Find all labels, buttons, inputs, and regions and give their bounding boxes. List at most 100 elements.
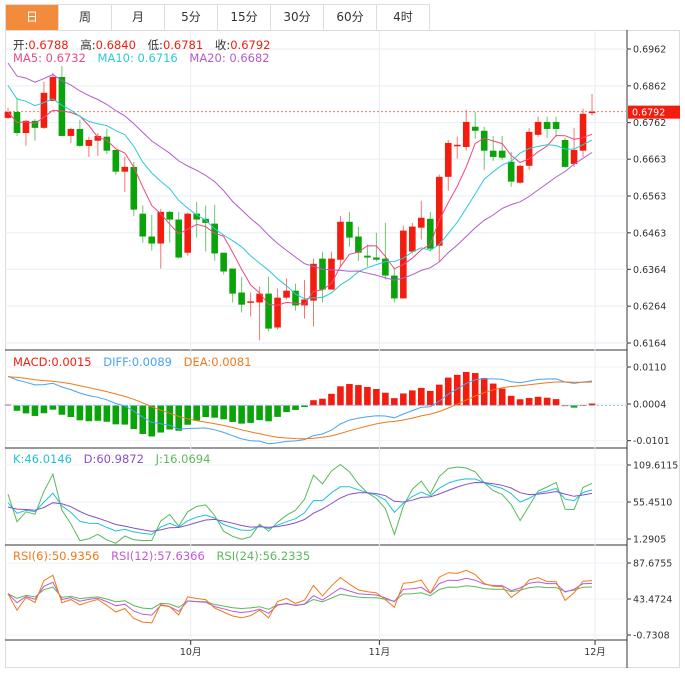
macd-bar	[22, 405, 30, 414]
period-tabs: 日周月 5分 15分 30分 60分 4时	[5, 4, 430, 31]
macd-bar	[94, 405, 102, 421]
macd-bar	[516, 399, 524, 406]
d-value: D:60.9872	[83, 452, 144, 466]
candle-body	[184, 213, 191, 253]
tab-0[interactable]: 日	[6, 5, 59, 30]
candle-body	[588, 111, 596, 114]
diff-value: DIFF:0.0089	[103, 355, 172, 369]
price-tick-label: 0.6962	[633, 45, 666, 56]
candle	[103, 128, 111, 154]
candle	[346, 211, 353, 247]
candle	[85, 136, 93, 157]
macd-value: MACD:0.0015	[13, 355, 92, 369]
rsi-tick-label: -0.7308	[633, 631, 670, 642]
kdj-tick-label: 109.6115	[633, 460, 678, 471]
candle-body	[409, 226, 416, 252]
candle-body	[274, 297, 281, 328]
macd-bar	[489, 383, 497, 406]
candlestick-chart[interactable]: 10月 11月 12月 0.6962 0.6862 0.6762 0.6663 0.6563 0…	[0, 0, 685, 674]
macd-bar	[418, 387, 425, 406]
tab-1[interactable]: 周	[59, 5, 112, 30]
macd-bar	[346, 384, 353, 406]
candle-body	[453, 144, 461, 147]
macd-bar	[229, 405, 236, 422]
candle	[543, 116, 551, 138]
candle	[453, 136, 461, 159]
price-tick-label: 0.6463	[633, 228, 666, 239]
candle	[435, 174, 443, 262]
candle	[76, 119, 84, 147]
candle	[238, 276, 245, 313]
tab-2[interactable]: 月	[112, 5, 165, 30]
candle	[139, 205, 147, 243]
candle-body	[49, 76, 57, 101]
candle-body	[498, 150, 506, 158]
candle	[516, 164, 524, 184]
macd-bar	[364, 386, 371, 406]
tab-3[interactable]: 5分	[165, 5, 218, 30]
tab-6[interactable]: 60分	[324, 5, 377, 30]
tab-5[interactable]: 30分	[271, 5, 324, 30]
candle	[49, 72, 57, 101]
rsi24-value: RSI(24):56.2335	[216, 549, 311, 563]
candle-body	[121, 166, 129, 172]
open-label: 开:	[13, 38, 29, 52]
macd-bar	[211, 405, 218, 418]
price-tick-label: 0.6364	[633, 265, 666, 276]
macd-bar	[112, 405, 120, 425]
candle	[570, 127, 578, 167]
candle-body	[319, 258, 326, 290]
x-axis-label: 11月	[369, 647, 391, 658]
candle-body	[229, 268, 236, 294]
candle-body	[139, 213, 147, 237]
candle	[462, 109, 470, 151]
close-label: 收:	[214, 38, 231, 52]
candle-body	[85, 139, 93, 146]
tab-7[interactable]: 4时	[377, 5, 430, 30]
k-line	[7, 478, 593, 535]
candle-body	[570, 149, 578, 164]
candle-body	[364, 255, 371, 258]
macd-bar	[31, 405, 39, 416]
macd-bar	[292, 405, 299, 410]
candle	[391, 267, 398, 303]
macd-bar	[310, 400, 317, 406]
candle	[112, 149, 120, 175]
kdj-legend: K:46.0146 D:60.9872 J:16.0694	[13, 452, 218, 466]
macd-bar	[426, 390, 434, 406]
macd-bar	[256, 405, 263, 421]
price-tick-label: 0.6862	[633, 81, 666, 92]
candle	[561, 137, 569, 168]
candle-body	[391, 275, 398, 299]
candle	[373, 232, 380, 262]
tab-4[interactable]: 15分	[218, 5, 271, 30]
candle-body	[175, 219, 183, 258]
macd-bar	[543, 397, 551, 406]
high-value: 0.6840	[95, 38, 136, 52]
candle-body	[480, 130, 488, 151]
candle	[588, 93, 596, 116]
candle-body	[543, 121, 551, 129]
low-label: 低:	[147, 38, 163, 52]
candle	[409, 222, 416, 254]
candle-body	[112, 149, 120, 172]
ma10-line	[7, 85, 593, 300]
candle-body	[247, 301, 254, 303]
candle	[175, 211, 183, 259]
ma5-value: MA5: 0.6732	[13, 51, 86, 65]
macd-bar	[382, 392, 389, 406]
candle	[382, 222, 389, 280]
candle	[184, 212, 191, 256]
candle	[247, 292, 254, 317]
low-value: 0.6781	[162, 38, 204, 52]
candle-body	[238, 292, 245, 305]
x-axis-label: 12月	[584, 647, 606, 658]
candle-body	[489, 150, 497, 157]
macd-bar	[444, 377, 452, 406]
macd-bar	[202, 405, 209, 418]
rsi-tick-label: 43.4724	[633, 595, 672, 606]
candle-body	[534, 121, 542, 135]
macd-bar	[139, 405, 147, 434]
macd-bar	[193, 405, 200, 421]
candle	[444, 139, 452, 191]
